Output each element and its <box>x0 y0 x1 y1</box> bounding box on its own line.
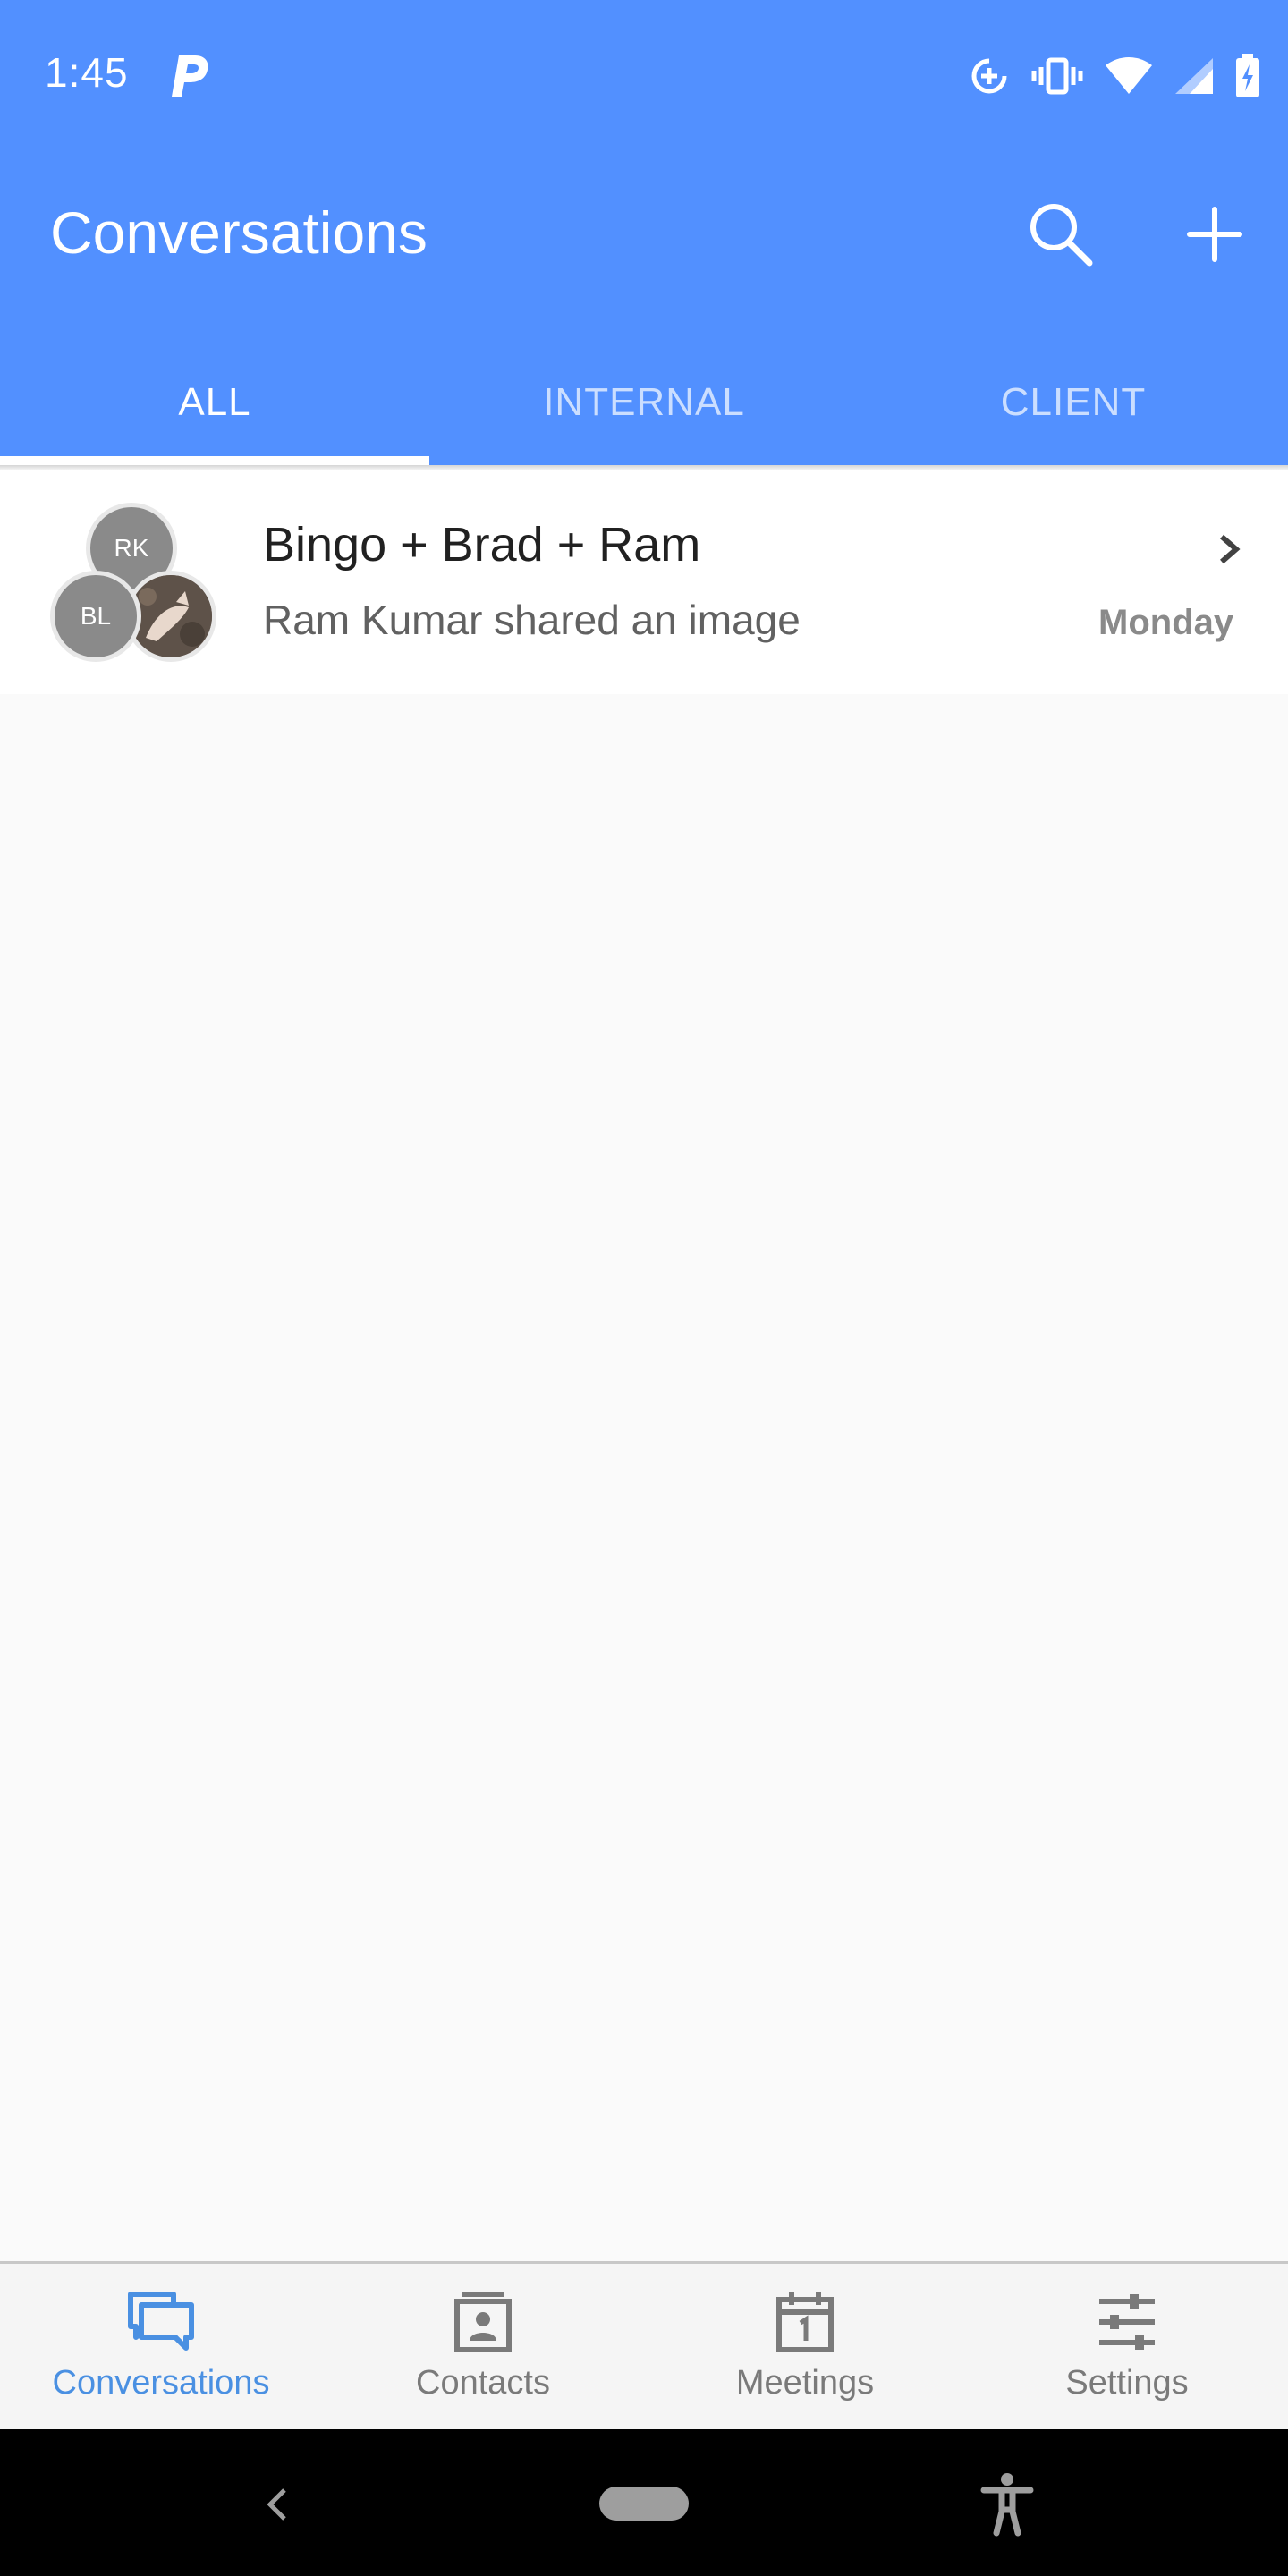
battery-charging-icon <box>1234 54 1261 98</box>
nav-settings[interactable]: Settings <box>966 2264 1288 2429</box>
nav-label: Meetings <box>735 2364 875 2402</box>
home-button[interactable] <box>599 2487 689 2521</box>
accessibility-button[interactable] <box>980 2472 1034 2537</box>
status-time: 1:45 <box>45 49 129 96</box>
vibrate-icon <box>1030 55 1084 97</box>
tab-client[interactable]: CLIENT <box>859 340 1288 465</box>
bottom-nav: Conversations Contacts Meetings Settings <box>0 2261 1288 2429</box>
back-icon <box>267 2488 286 2521</box>
contacts-icon <box>454 2292 512 2352</box>
accessibility-icon <box>980 2473 1034 2537</box>
page-title: Conversations <box>50 199 428 266</box>
tab-all[interactable]: ALL <box>0 340 429 465</box>
nav-conversations[interactable]: Conversations <box>0 2264 322 2429</box>
data-saver-icon <box>968 55 1011 97</box>
chevron-right-icon <box>1213 531 1245 567</box>
plus-icon <box>1187 207 1242 262</box>
signal-icon <box>1174 56 1215 96</box>
meetings-icon <box>776 2292 834 2352</box>
add-conversation-button[interactable] <box>1170 190 1259 279</box>
search-button[interactable] <box>1016 190 1106 279</box>
conversation-preview: Ram Kumar shared an image <box>263 597 801 643</box>
nav-label: Conversations <box>52 2364 270 2402</box>
settings-icon <box>1099 2294 1155 2350</box>
conversation-time: Monday <box>1098 603 1234 642</box>
back-button[interactable] <box>259 2478 295 2531</box>
nav-contacts[interactable]: Contacts <box>322 2264 644 2429</box>
nav-label: Settings <box>1065 2364 1189 2402</box>
tab-bar: ALL INTERNAL CLIENT <box>0 340 1288 465</box>
parking-app-icon <box>166 50 211 100</box>
wifi-icon <box>1104 56 1154 96</box>
conversations-icon <box>128 2292 194 2351</box>
status-icons <box>968 45 1261 107</box>
avatar-group: RK BL <box>50 499 220 662</box>
nav-label: Contacts <box>416 2364 550 2402</box>
search-icon <box>1030 204 1093 267</box>
nav-meetings[interactable]: Meetings <box>644 2264 966 2429</box>
conversation-title: Bingo + Brad + Ram <box>263 518 701 572</box>
tab-internal[interactable]: INTERNAL <box>429 340 859 465</box>
tab-indicator <box>0 456 429 465</box>
avatar-bl: BL <box>50 571 141 662</box>
